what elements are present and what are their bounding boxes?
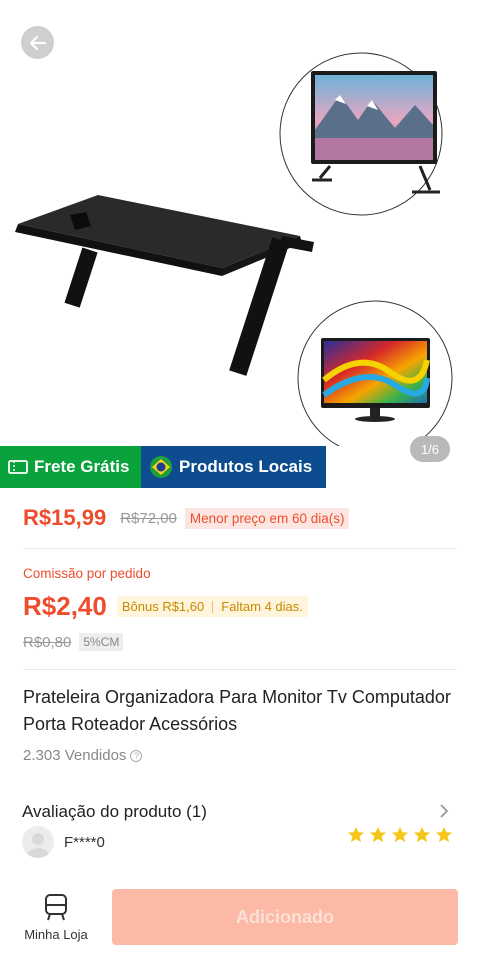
free-shipping-label: Frete Grátis [34,457,130,476]
local-products-badge: Produtos Locais [141,446,326,488]
ticket-icon [8,459,28,475]
star-icon [369,826,387,843]
commission-amount: R$2,40 [23,591,107,621]
image-counter: 1/6 [410,436,450,462]
sold-label: 2.303 Vendidos [23,747,127,764]
reviewer-name: F****0 [64,833,105,851]
lowest-price-tag: Menor preço em 60 dia(s) [184,507,350,529]
help-icon[interactable]: ? [130,749,143,762]
star-icon [347,826,365,843]
current-price: R$15,99 [23,505,107,530]
product-image-gallery[interactable] [0,0,480,446]
product-title: Prateleira Organizadora Para Monitor Tv … [23,687,451,734]
local-products-label: Produtos Locais [179,457,313,476]
review-section-title[interactable]: Avaliação do produto (1) [22,802,207,822]
star-icon [413,826,431,843]
added-button[interactable]: Adicionado [112,889,458,945]
product-image [15,52,453,446]
reviewer: F****0 [22,826,105,858]
star-icon [435,826,453,843]
free-shipping-badge: Frete Grátis [0,446,141,488]
my-store-button[interactable]: Minha Loja [18,893,94,942]
store-icon [45,894,67,921]
bonus-value: Bônus R$1,60 [121,599,205,614]
avatar [22,826,54,858]
old-commission: R$0,80 [23,633,72,651]
sold-count: 2.303 Vendidos ? [23,747,143,764]
bonus-remaining: Faltam 4 dias. [221,599,303,614]
divider [23,548,457,549]
star-icon [391,826,409,843]
shelf-illustration [15,195,314,376]
commission-rate-tag: 5%CM [79,633,124,651]
commission-row: R$2,40 Bônus R$1,60 Faltam 4 dias. [23,591,308,622]
commission-sub-row: R$0,80 5%CM [23,633,124,651]
commission-label: Comissão por pedido [23,566,151,581]
shipping-badges: Frete Grátis Produtos Locais [0,446,326,488]
brazil-flag-icon [149,455,173,479]
bonus-separator [212,600,214,613]
bonus-tag: Bônus R$1,60 Faltam 4 dias. [116,596,308,617]
chevron-right-icon[interactable] [438,803,450,824]
divider [23,669,457,670]
original-price: R$72,00 [120,509,177,527]
arrow-left-icon [29,35,46,50]
back-button[interactable] [21,26,54,59]
price-row: R$15,99 R$72,00 Menor preço em 60 dia(s) [23,505,350,531]
rating-stars [347,826,457,844]
my-store-label: Minha Loja [24,927,88,942]
